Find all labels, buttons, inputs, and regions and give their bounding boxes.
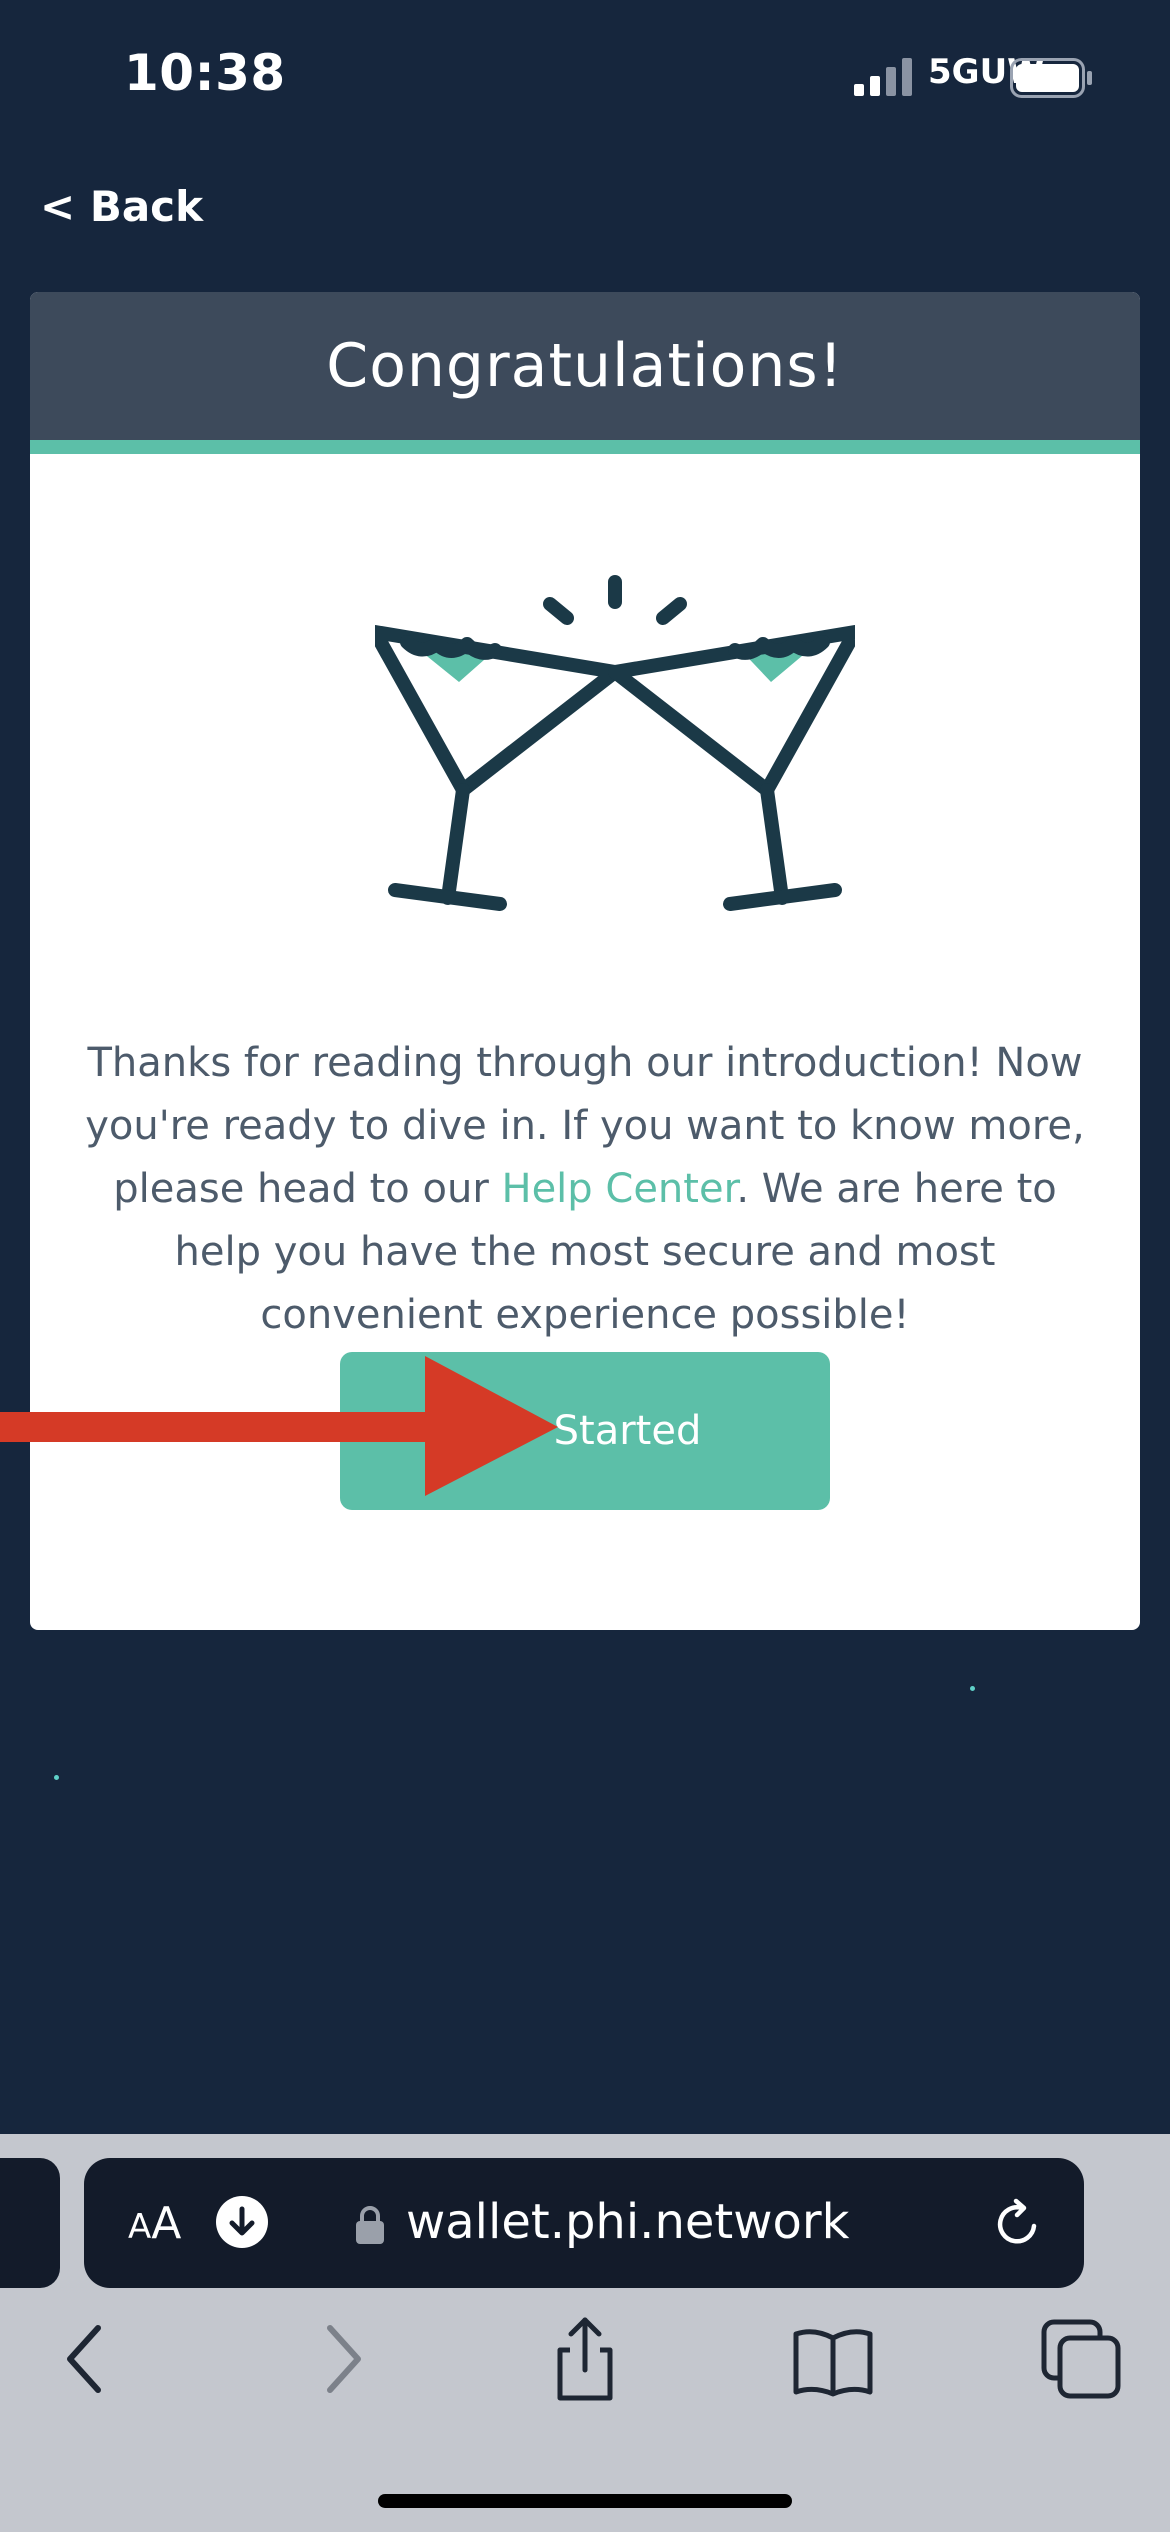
- status-time: 10:38: [124, 44, 286, 102]
- download-icon[interactable]: [216, 2196, 268, 2248]
- card-title: Congratulations!: [326, 331, 844, 401]
- text-size-label-small: A: [128, 2207, 152, 2247]
- chevron-right-icon[interactable]: [296, 2314, 386, 2404]
- background-star: [970, 1686, 975, 1691]
- url-text[interactable]: wallet.phi.network: [406, 2194, 849, 2250]
- reload-icon[interactable]: [992, 2198, 1044, 2250]
- text-size-button[interactable]: AA: [128, 2198, 181, 2249]
- share-icon[interactable]: [540, 2314, 630, 2404]
- back-link[interactable]: < Back: [40, 182, 203, 231]
- chevron-left-icon[interactable]: [42, 2314, 132, 2404]
- card-header: Congratulations!: [30, 292, 1140, 454]
- home-indicator: [378, 2494, 792, 2508]
- book-icon[interactable]: [788, 2314, 878, 2404]
- red-pointer-arrow: [0, 1356, 558, 1496]
- text-size-label-large: A: [151, 2198, 182, 2249]
- background-star: [54, 1775, 59, 1780]
- address-bar[interactable]: AA wallet.phi.network: [84, 2158, 1084, 2288]
- tabs-icon[interactable]: [1036, 2314, 1126, 2404]
- cheers-glasses-icon: [375, 575, 855, 911]
- intro-message: Thanks for reading through our introduct…: [70, 1032, 1100, 1347]
- status-bar: 10:38 5GUW: [0, 0, 1170, 150]
- signal-icon: [854, 58, 912, 96]
- previous-tab-preview[interactable]: [0, 2158, 60, 2288]
- help-center-link[interactable]: Help Center: [501, 1166, 736, 1212]
- browser-toolbar: AA wallet.phi.network: [0, 2134, 1170, 2532]
- battery-icon: [1010, 58, 1092, 98]
- lock-icon: [356, 2206, 384, 2244]
